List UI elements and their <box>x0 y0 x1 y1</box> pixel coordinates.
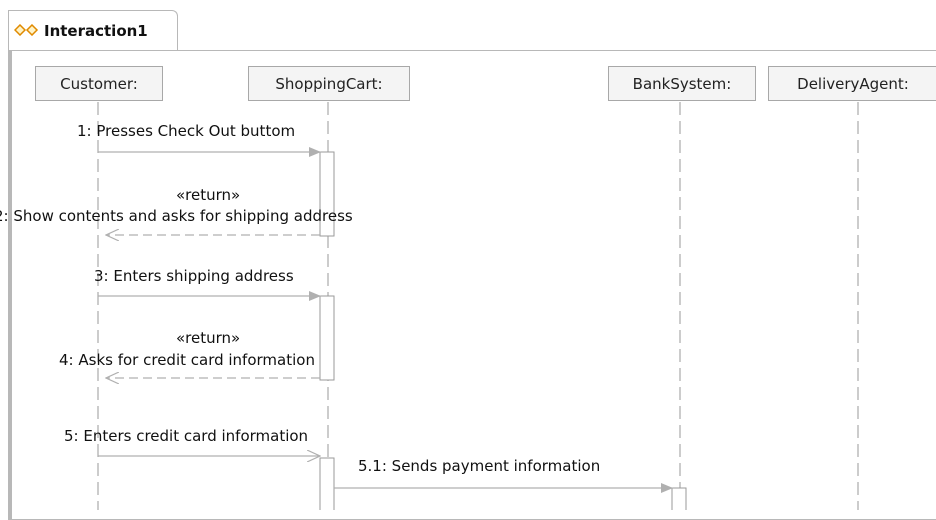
message-2-stereotype: «return» <box>176 186 241 204</box>
message-4-label: 4: Asks for credit card information <box>59 351 315 369</box>
message-2-label: 2: Show contents and asks for shipping a… <box>0 207 353 225</box>
lifeline-customer-head[interactable]: Customer: <box>35 66 163 101</box>
lifeline-bank-head[interactable]: BankSystem: <box>608 66 756 101</box>
activation-bar-cart-2[interactable] <box>319 295 335 381</box>
lifeline-cart-head[interactable]: ShoppingCart: <box>248 66 410 101</box>
message-4-stereotype: «return» <box>176 329 241 347</box>
message-5-1-label: 5.1: Sends payment information <box>358 457 601 475</box>
message-3-label: 3: Enters shipping address <box>94 267 294 285</box>
message-5-label: 5: Enters credit card information <box>64 427 309 445</box>
lifeline-delivery-head[interactable]: DeliveryAgent: <box>768 66 936 101</box>
activation-bar-cart-3[interactable] <box>319 457 335 510</box>
message-1-label: 1: Presses Check Out buttom <box>77 122 296 140</box>
activation-bar-bank-1[interactable] <box>671 487 687 510</box>
